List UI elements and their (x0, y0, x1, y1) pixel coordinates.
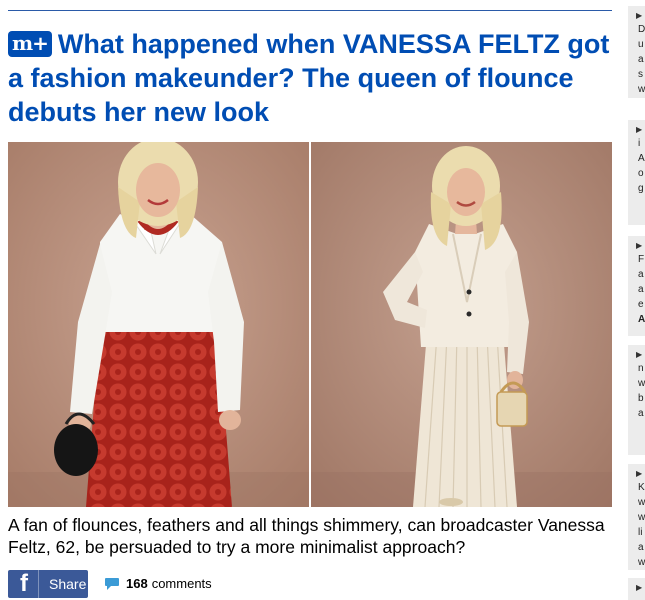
sidebar-text: F (638, 254, 645, 265)
photo-left-illustration (8, 142, 309, 507)
comment-count: 168 (126, 576, 148, 591)
headline-text[interactable]: What happened when VANESSA FELTZ got a f… (8, 29, 609, 127)
share-label: Share (49, 576, 87, 592)
sidebar-text: e (638, 299, 644, 310)
sidebar-text: g (638, 183, 644, 194)
comments-link[interactable]: 168 comments (104, 576, 212, 591)
sidebar-text: w (638, 497, 645, 508)
arrow-right-icon: ▶ (636, 241, 643, 250)
arrow-right-icon: ▶ (636, 350, 643, 359)
sidebar-item[interactable]: ▶ D u a s w (628, 6, 645, 98)
sidebar-item[interactable]: ▶ n w b a (628, 345, 645, 455)
sidebar-text: K (638, 482, 645, 493)
comments-label: comments (151, 576, 212, 591)
sidebar-text: n (638, 363, 644, 374)
photo-right-illustration (311, 142, 612, 507)
sidebar-text: w (638, 378, 645, 389)
sidebar-text: a (638, 408, 644, 419)
sidebar-item[interactable]: ▶ (628, 578, 645, 600)
facebook-icon: f (14, 570, 39, 598)
vanessa-white-shirt-red-skirt-photo[interactable] (8, 142, 309, 507)
sidebar-text: li (638, 527, 643, 538)
sidebar-text: w (638, 84, 645, 95)
sidebar-item[interactable]: ▶ i A o g (628, 120, 645, 225)
sidebar-text: A (638, 314, 645, 325)
arrow-right-icon: ▶ (636, 11, 643, 20)
sidebar-text: D (638, 24, 645, 35)
sidebar-text: w (638, 512, 645, 523)
sidebar-text: s (638, 69, 643, 80)
article-headline[interactable]: m+ What happened when VANESSA FELTZ got a… (8, 27, 618, 129)
sidebar-text: b (638, 393, 644, 404)
sidebar-text: i (638, 138, 641, 149)
sidebar-text: A (638, 153, 645, 164)
related-articles-sidebar: ▶ D u a s w ▶ i A o g ▶ F a a e A ▶ n w … (628, 0, 645, 600)
sidebar-item[interactable]: ▶ K w w li a w (628, 464, 645, 570)
sidebar-text: u (638, 39, 644, 50)
speech-bubble-icon (105, 577, 119, 590)
facebook-share-button[interactable]: f Share (8, 570, 88, 598)
sidebar-text: a (638, 284, 644, 295)
arrow-right-icon: ▶ (636, 469, 643, 478)
sidebar-text: a (638, 269, 644, 280)
sidebar-item[interactable]: ▶ F a a e A (628, 236, 645, 336)
header-rule (8, 10, 612, 11)
sidebar-text: a (638, 542, 644, 553)
sidebar-text: o (638, 168, 644, 179)
sidebar-text: w (638, 557, 645, 568)
mail-plus-badge: m+ (8, 31, 52, 57)
article-caption: A fan of flounces, feathers and all thin… (8, 515, 605, 557)
arrow-right-icon: ▶ (636, 125, 643, 134)
vanessa-cream-suit-photo[interactable] (311, 142, 612, 507)
sidebar-text: a (638, 54, 644, 65)
arrow-right-icon: ▶ (636, 583, 643, 592)
